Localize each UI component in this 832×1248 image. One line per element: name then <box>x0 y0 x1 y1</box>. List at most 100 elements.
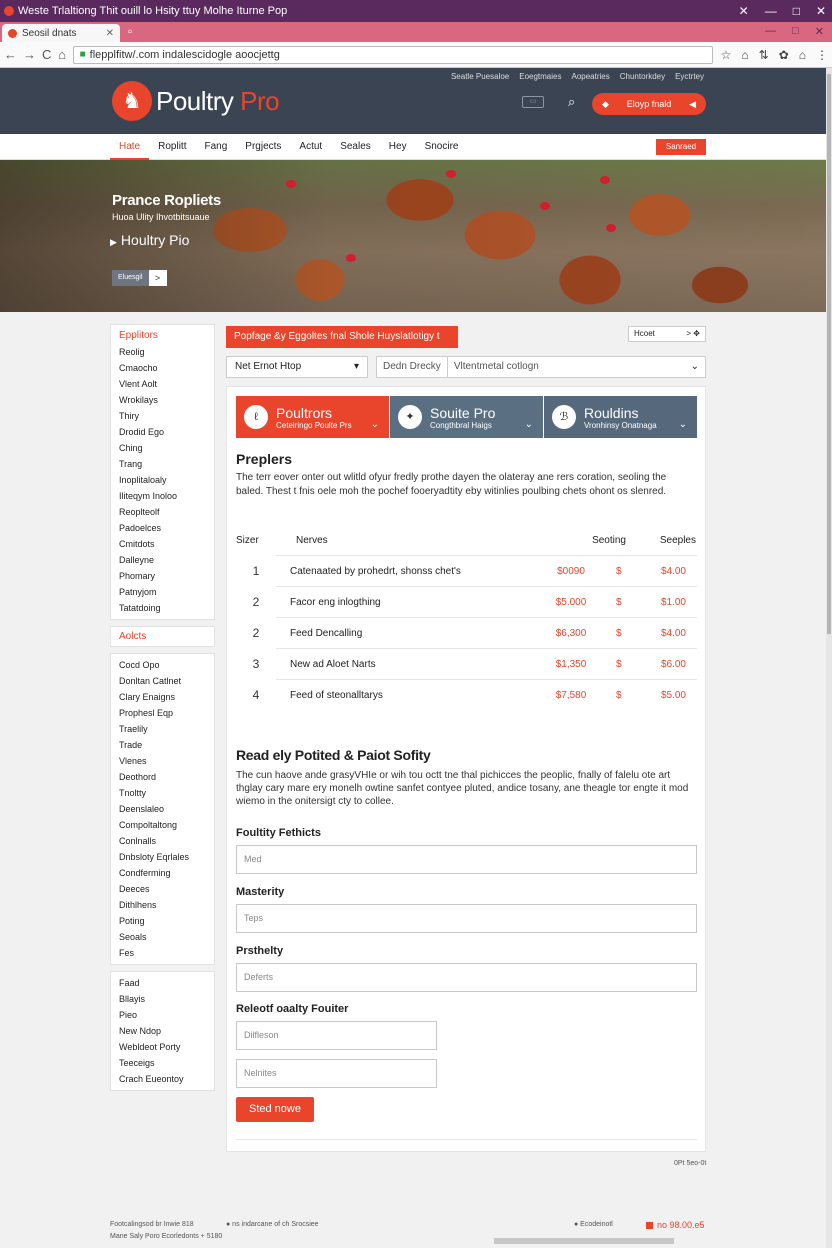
sidebar-item[interactable]: Inoplitaloaly <box>119 472 214 488</box>
sidebar-item[interactable]: Dalleyne <box>119 552 214 568</box>
url-field[interactable]: ■ flepplfitw/.com indalescidogle aoocjet… <box>72 45 713 64</box>
header-cta-button[interactable]: ◆ Eloyp fnald ◀ <box>592 93 706 115</box>
sidebar-item[interactable]: Webldeot Porty <box>119 1039 214 1055</box>
site-logo[interactable]: ♞ Poultry Pro <box>112 81 280 121</box>
sidebar-item[interactable]: Deothord <box>119 769 214 785</box>
reload-button[interactable]: C <box>42 47 51 62</box>
category-select[interactable]: Net Ernot Htop ▾ <box>226 356 368 378</box>
extension-icon[interactable]: ✕ <box>739 4 749 18</box>
sidebar-item[interactable]: Conlnalls <box>119 833 214 849</box>
hero-button[interactable]: Eluesgil > <box>112 270 167 286</box>
home-toolbar-icon[interactable]: ⌂ <box>741 48 748 62</box>
category-tab-souite-pro[interactable]: ✦ Souite Pro Congthbral Haigs ⌄ <box>390 396 543 438</box>
search-scope[interactable]: Dedn Drecky <box>383 357 448 377</box>
tab-close-window-icon[interactable]: ✕ <box>815 25 824 38</box>
sidebar-item[interactable]: Trade <box>119 737 214 753</box>
nav-item[interactable]: Seales <box>331 134 380 160</box>
vertical-scrollbar[interactable] <box>826 68 832 1248</box>
back-button[interactable]: ← <box>4 47 17 62</box>
sidebar-item[interactable]: New Ndop <box>119 1023 214 1039</box>
cart-icon[interactable]: ▭ <box>522 96 544 108</box>
sidebar-item[interactable]: Dithlhens <box>119 897 214 913</box>
menu-icon[interactable]: ⋮ <box>816 48 828 62</box>
sidebar-item[interactable]: Traelily <box>119 721 214 737</box>
chevron-down-icon[interactable]: ⌄ <box>691 357 699 377</box>
footer-link[interactable]: ● Ecodeinotl <box>574 1221 613 1228</box>
footer-link[interactable]: ● ns indarcane of ch Srocsiee <box>226 1221 319 1228</box>
new-tab-icon[interactable]: ▫ <box>128 24 132 38</box>
form-input[interactable]: Med <box>236 845 697 874</box>
nav-item[interactable]: Actut <box>290 134 331 160</box>
sidebar-item[interactable]: Tnoltty <box>119 785 214 801</box>
sidebar-item[interactable]: Compoltaltong <box>119 817 214 833</box>
tab-close-icon[interactable]: ✕ <box>106 28 114 39</box>
table-row[interactable]: 1 Catenaated by prohedrt, shonss chet's $0… <box>253 555 697 586</box>
sidebar-item[interactable]: Padoelces <box>119 520 214 536</box>
sidebar-item[interactable]: Deenslaleo <box>119 801 214 817</box>
form-input[interactable]: Deferts <box>236 963 697 992</box>
nav-action-button[interactable]: Sanraed <box>656 139 706 155</box>
nav-item-home[interactable]: Hate <box>110 134 150 160</box>
sidebar-item[interactable]: Vlenes <box>119 753 214 769</box>
tab-minimize-icon[interactable]: — <box>765 25 776 38</box>
category-tab-rouldins[interactable]: ℬ Rouldins Vronhinsy Onatnaga ⌄ <box>544 396 697 438</box>
sidebar-item[interactable]: Deeces <box>119 881 214 897</box>
sidebar-item[interactable]: Dnbsloty Eqrlales <box>119 849 214 865</box>
form-input[interactable]: Dilfleson <box>236 1021 437 1050</box>
sidebar-item[interactable]: Bllayis <box>119 991 214 1007</box>
tab-restore-icon[interactable]: □ <box>792 25 799 38</box>
top-link[interactable]: Aopeatries <box>571 72 609 81</box>
extensions-icon[interactable]: ✿ <box>779 48 789 62</box>
horizontal-scrollbar[interactable] <box>494 1238 674 1244</box>
sidebar-item[interactable]: Trang <box>119 456 214 472</box>
scrollbar-thumb[interactable] <box>827 74 831 634</box>
sidebar-item[interactable]: Reoplteolf <box>119 504 214 520</box>
home-button[interactable]: ⌂ <box>57 47 66 62</box>
forward-button[interactable]: → <box>23 47 36 62</box>
nav-item[interactable]: Hey <box>380 134 416 160</box>
top-link[interactable]: Eoegtmaies <box>519 72 561 81</box>
sidebar-item[interactable]: Pieo <box>119 1007 214 1023</box>
nav-item[interactable]: Snocire <box>416 134 468 160</box>
sidebar-item[interactable]: Reolig <box>119 344 214 360</box>
table-row[interactable]: 4 Feed of steonalltarys $7,580 $ $5.00 <box>253 679 697 710</box>
sidebar-item[interactable]: Iliteqym Inoloo <box>119 488 214 504</box>
sidebar-item[interactable]: Vlent Aolt <box>119 376 214 392</box>
pager[interactable]: Hcoet > ✥ <box>628 326 706 342</box>
top-link[interactable]: Eyctrtey <box>675 72 704 81</box>
nav-item[interactable]: Prgjects <box>236 134 290 160</box>
sidebar-item[interactable]: Poting <box>119 913 214 929</box>
sidebar-item[interactable]: Donltan Catlnet <box>119 673 214 689</box>
sidebar-item[interactable]: Teeceigs <box>119 1055 214 1071</box>
sidebar-item[interactable]: Cocd Opo <box>119 657 214 673</box>
sidebar-item[interactable]: Drodid Ego <box>119 424 214 440</box>
browser-tab[interactable]: Seosil dnats ✕ <box>2 24 120 42</box>
sidebar-item[interactable]: Wrokilays <box>119 392 214 408</box>
col-header-fee[interactable]: Seeples <box>626 535 696 546</box>
form-input[interactable]: Teps <box>236 904 697 933</box>
sidebar-item[interactable]: Condferming <box>119 865 214 881</box>
table-row[interactable]: 2 Feed Dencalling $6,300 $ $4.00 <box>253 617 697 648</box>
sidebar-active-item[interactable]: Aolcts <box>110 626 215 647</box>
top-link[interactable]: Chuntorkdey <box>620 72 665 81</box>
nav-item[interactable]: Fang <box>195 134 236 160</box>
category-tab-poultrors[interactable]: ℓ Poultrors Ceteiringo Poulte Prs ⌄ <box>236 396 389 438</box>
sidebar-item[interactable]: Faad <box>119 975 214 991</box>
col-header-price[interactable]: Seoting <box>526 535 626 546</box>
sidebar-item[interactable]: Ching <box>119 440 214 456</box>
table-row[interactable]: 3 New ad Aloet Narts $1,350 $ $6.00 <box>253 648 697 679</box>
sidebar-item[interactable]: Prophesl Eqp <box>119 705 214 721</box>
table-row[interactable]: 2 Facor eng inlogthing $5.000 $ $1.00 <box>253 586 697 617</box>
sidebar-item[interactable]: Cmaocho <box>119 360 214 376</box>
top-link[interactable]: Seatle Puesaloe <box>451 72 509 81</box>
col-header-size[interactable]: Sizer <box>236 535 276 546</box>
form-input[interactable]: Nelnites <box>236 1059 437 1088</box>
close-window-button[interactable]: ✕ <box>816 4 826 18</box>
sidebar-item[interactable]: Patnyjom <box>119 584 214 600</box>
col-header-name[interactable]: Nerves <box>276 535 526 546</box>
sidebar-item[interactable]: Thiry <box>119 408 214 424</box>
sidebar-item[interactable]: Tatatdoing <box>119 600 214 616</box>
sidebar-heading[interactable]: Epplitors <box>119 328 214 344</box>
promo-banner[interactable]: Popfage &y Eggoltes fnal Shole Huyslatlo… <box>226 326 458 348</box>
sidebar-item[interactable]: Crach Eueontoy <box>119 1071 214 1087</box>
